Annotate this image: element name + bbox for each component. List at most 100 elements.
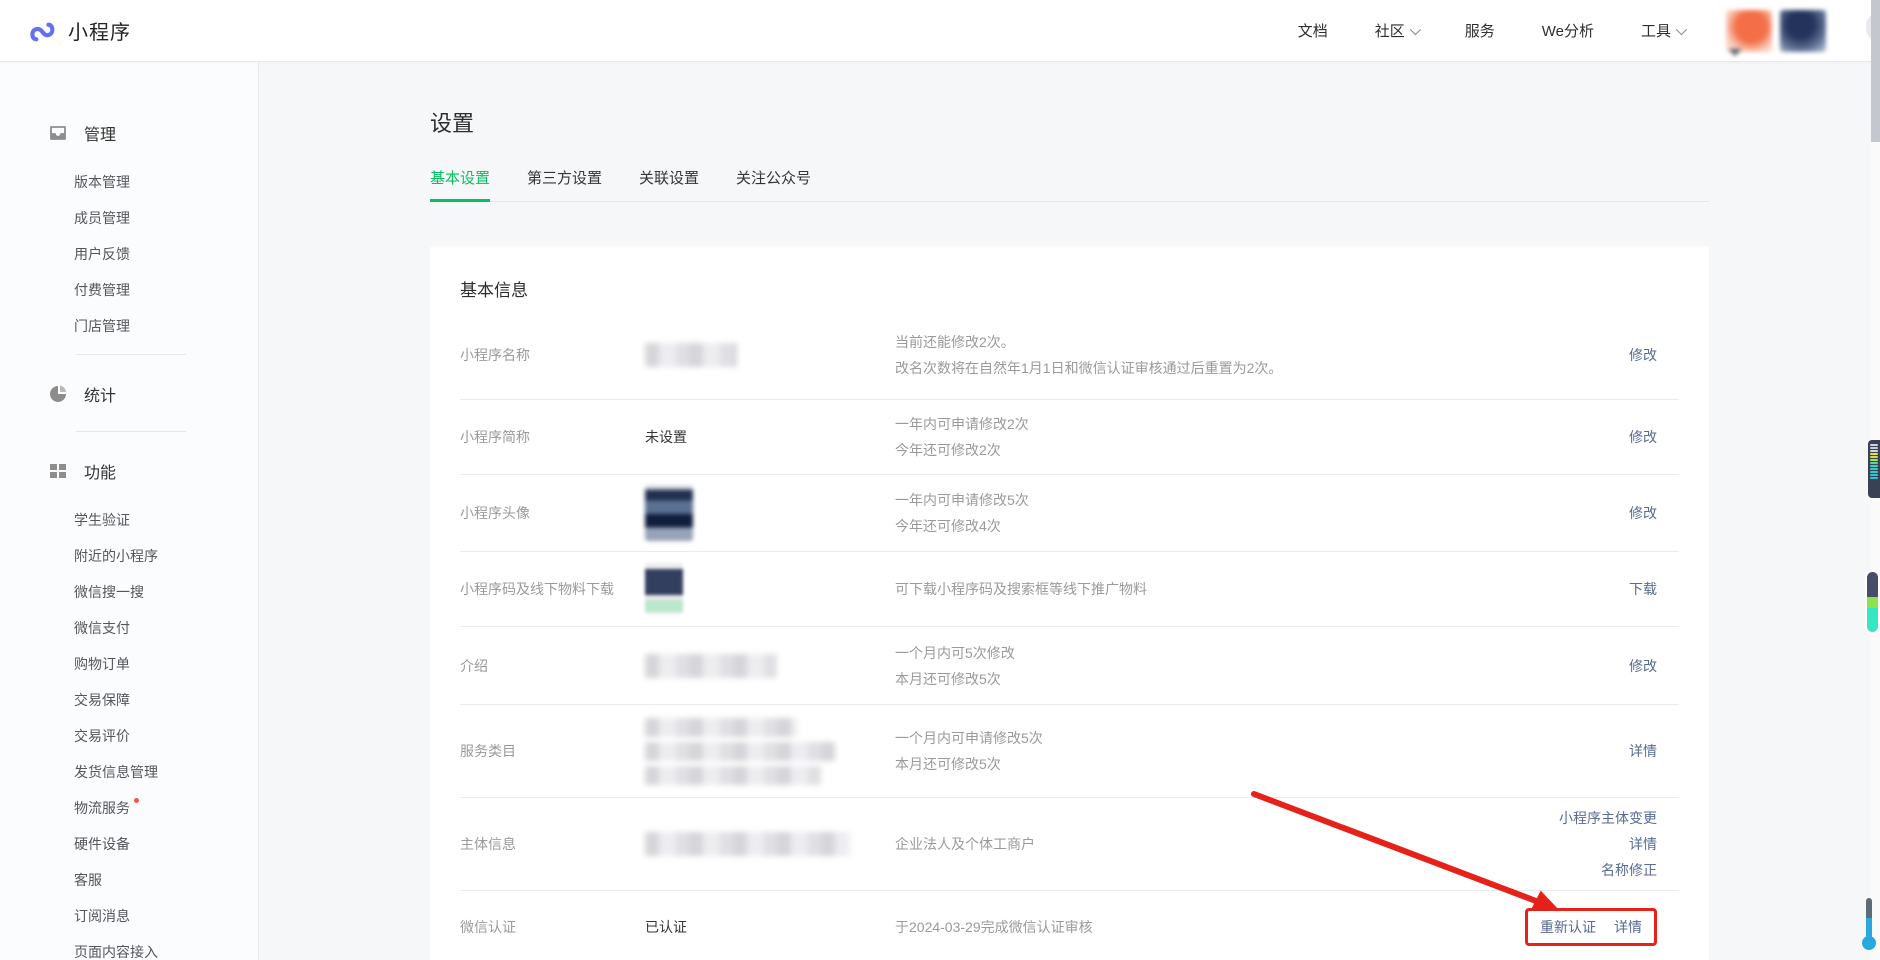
hint-line: 改名次数将在自然年1月1日和微信认证审核通过后重置为2次。 bbox=[895, 355, 1629, 381]
action-link[interactable]: 修改 bbox=[1629, 503, 1657, 523]
sidebar-item-label: 微信支付 bbox=[74, 620, 130, 636]
nav-item[interactable]: We分析 bbox=[1542, 20, 1594, 41]
row-actions: 小程序主体变更详情名称修正 bbox=[1559, 808, 1679, 880]
nav-item[interactable]: 工具 bbox=[1641, 20, 1684, 41]
sidebar-section-0[interactable]: 管理 bbox=[48, 120, 258, 146]
sidebar-item[interactable]: 门店管理 bbox=[74, 308, 258, 344]
avatar[interactable] bbox=[1780, 10, 1826, 52]
row-actions: 修改 bbox=[1629, 503, 1679, 523]
row-value bbox=[645, 654, 895, 678]
hint-line: 可下载小程序码及搜索框等线下推广物料 bbox=[895, 576, 1629, 602]
thermometer-icon[interactable] bbox=[1864, 898, 1874, 950]
sidebar-item[interactable]: 微信支付 bbox=[74, 610, 258, 646]
sidebar-item[interactable]: 学生验证 bbox=[74, 502, 258, 538]
action-link[interactable]: 修改 bbox=[1629, 427, 1657, 447]
row-value bbox=[645, 343, 895, 367]
action-link[interactable]: 名称修正 bbox=[1601, 860, 1657, 880]
row-label: 小程序简称 bbox=[460, 427, 645, 447]
hint-line: 一年内可申请修改5次 bbox=[895, 487, 1629, 513]
sidebar-divider bbox=[76, 431, 186, 432]
sidebar-section-2[interactable]: 功能 bbox=[48, 458, 258, 484]
avatar[interactable] bbox=[1726, 10, 1772, 52]
redacted-value bbox=[645, 654, 777, 678]
info-row: 微信认证已认证于2024-03-29完成微信认证审核重新认证详情 bbox=[460, 890, 1679, 960]
sidebar-item[interactable]: 版本管理 bbox=[74, 164, 258, 200]
extension-stripes-widget[interactable] bbox=[1868, 440, 1880, 498]
row-value: 未设置 bbox=[645, 427, 895, 447]
action-link[interactable]: 修改 bbox=[1629, 345, 1657, 365]
sidebar-item-label: 客服 bbox=[74, 872, 102, 888]
nav-item[interactable]: 社区 bbox=[1375, 20, 1418, 41]
pie-icon bbox=[48, 384, 68, 404]
sidebar-item[interactable]: 页面内容接入 bbox=[74, 934, 258, 960]
sidebar-item-label: 用户反馈 bbox=[74, 246, 130, 262]
sidebar-item-label: 交易评价 bbox=[74, 728, 130, 744]
sidebar-item-label: 购物订单 bbox=[74, 656, 130, 672]
row-actions: 详情 bbox=[1629, 741, 1679, 761]
sidebar-item-label: 成员管理 bbox=[74, 210, 130, 226]
row-actions: 修改 bbox=[1629, 656, 1679, 676]
sidebar-item[interactable]: 发货信息管理 bbox=[74, 754, 258, 790]
chevron-down-icon bbox=[1728, 49, 1742, 56]
row-value-text: 已认证 bbox=[645, 919, 687, 935]
row-value bbox=[645, 485, 895, 541]
sidebar-item-label: 微信搜一搜 bbox=[74, 584, 144, 600]
sidebar-item[interactable]: 交易评价 bbox=[74, 718, 258, 754]
action-link[interactable]: 小程序主体变更 bbox=[1559, 808, 1657, 828]
nav-item[interactable]: 服务 bbox=[1465, 20, 1495, 41]
tab-1[interactable]: 第三方设置 bbox=[527, 167, 602, 201]
row-hints: 一个月内可申请修改5次本月还可修改5次 bbox=[895, 725, 1629, 777]
sidebar-item[interactable]: 付费管理 bbox=[74, 272, 258, 308]
top-header: 小程序 文档 社区 服务 We分析 工具 bbox=[0, 0, 1880, 62]
sidebar-item[interactable]: 购物订单 bbox=[74, 646, 258, 682]
row-value bbox=[645, 832, 895, 856]
row-actions: 下载 bbox=[1629, 579, 1679, 599]
sidebar-item[interactable]: 微信搜一搜 bbox=[74, 574, 258, 610]
sidebar-item[interactable]: 成员管理 bbox=[74, 200, 258, 236]
sidebar-item[interactable]: 硬件设备 bbox=[74, 826, 258, 862]
sidebar-section-1[interactable]: 统计 bbox=[48, 381, 258, 407]
extension-gradient-widget[interactable] bbox=[1867, 572, 1878, 632]
action-link[interactable]: 下载 bbox=[1629, 579, 1657, 599]
hint-line: 一年内可申请修改2次 bbox=[895, 411, 1629, 437]
redacted-value bbox=[645, 742, 835, 761]
hint-line: 当前还能修改2次。 bbox=[895, 329, 1629, 355]
chevron-down-icon bbox=[1676, 23, 1687, 34]
redacted-value bbox=[645, 832, 850, 856]
tab-2[interactable]: 关联设置 bbox=[639, 167, 699, 201]
sidebar-item[interactable]: 用户反馈 bbox=[74, 236, 258, 272]
action-link[interactable]: 重新认证 bbox=[1540, 917, 1596, 937]
sidebar-item[interactable]: 客服 bbox=[74, 862, 258, 898]
sidebar-item-label: 发货信息管理 bbox=[74, 764, 158, 780]
sidebar-item[interactable]: 附近的小程序 bbox=[74, 538, 258, 574]
row-hints: 于2024-03-29完成微信认证审核 bbox=[895, 914, 1525, 940]
hint-line: 本月还可修改5次 bbox=[895, 751, 1629, 777]
sidebar-item-label: 物流服务 bbox=[74, 800, 130, 816]
row-label: 小程序名称 bbox=[460, 345, 645, 365]
sidebar-item-label: 订阅消息 bbox=[74, 908, 130, 924]
info-row: 小程序简称未设置一年内可申请修改2次今年还可修改2次修改 bbox=[460, 399, 1679, 474]
nav-item[interactable]: 文档 bbox=[1298, 20, 1328, 41]
tab-basic-settings[interactable]: 基本设置 bbox=[430, 167, 490, 201]
sidebar-item-label: 硬件设备 bbox=[74, 836, 130, 852]
sidebar-item[interactable]: 物流服务 bbox=[74, 790, 258, 826]
row-label: 小程序头像 bbox=[460, 503, 645, 523]
sidebar-section-title: 统计 bbox=[84, 382, 116, 406]
sidebar-item[interactable]: 订阅消息 bbox=[74, 898, 258, 934]
tab-3[interactable]: 关注公众号 bbox=[736, 167, 811, 201]
miniprogram-logo[interactable]: 小程序 bbox=[28, 16, 131, 46]
redacted-value bbox=[645, 718, 797, 737]
hint-line: 一个月内可申请修改5次 bbox=[895, 725, 1629, 751]
action-link[interactable]: 详情 bbox=[1629, 741, 1657, 761]
nav-item-label: 社区 bbox=[1375, 20, 1405, 41]
row-actions: 重新认证详情 bbox=[1525, 908, 1679, 946]
action-link[interactable]: 详情 bbox=[1614, 917, 1642, 937]
annotation-highlight-box: 重新认证详情 bbox=[1525, 908, 1657, 946]
action-link[interactable]: 详情 bbox=[1629, 834, 1657, 854]
scrollbar-thumb[interactable] bbox=[1871, 0, 1880, 142]
sidebar-item-label: 门店管理 bbox=[74, 318, 130, 334]
sidebar-item[interactable]: 交易保障 bbox=[74, 682, 258, 718]
info-row: 小程序名称 当前还能修改2次。改名次数将在自然年1月1日和微信认证审核通过后重置为… bbox=[460, 311, 1679, 399]
action-link[interactable]: 修改 bbox=[1629, 656, 1657, 676]
row-hints: 一年内可申请修改2次今年还可修改2次 bbox=[895, 411, 1629, 463]
